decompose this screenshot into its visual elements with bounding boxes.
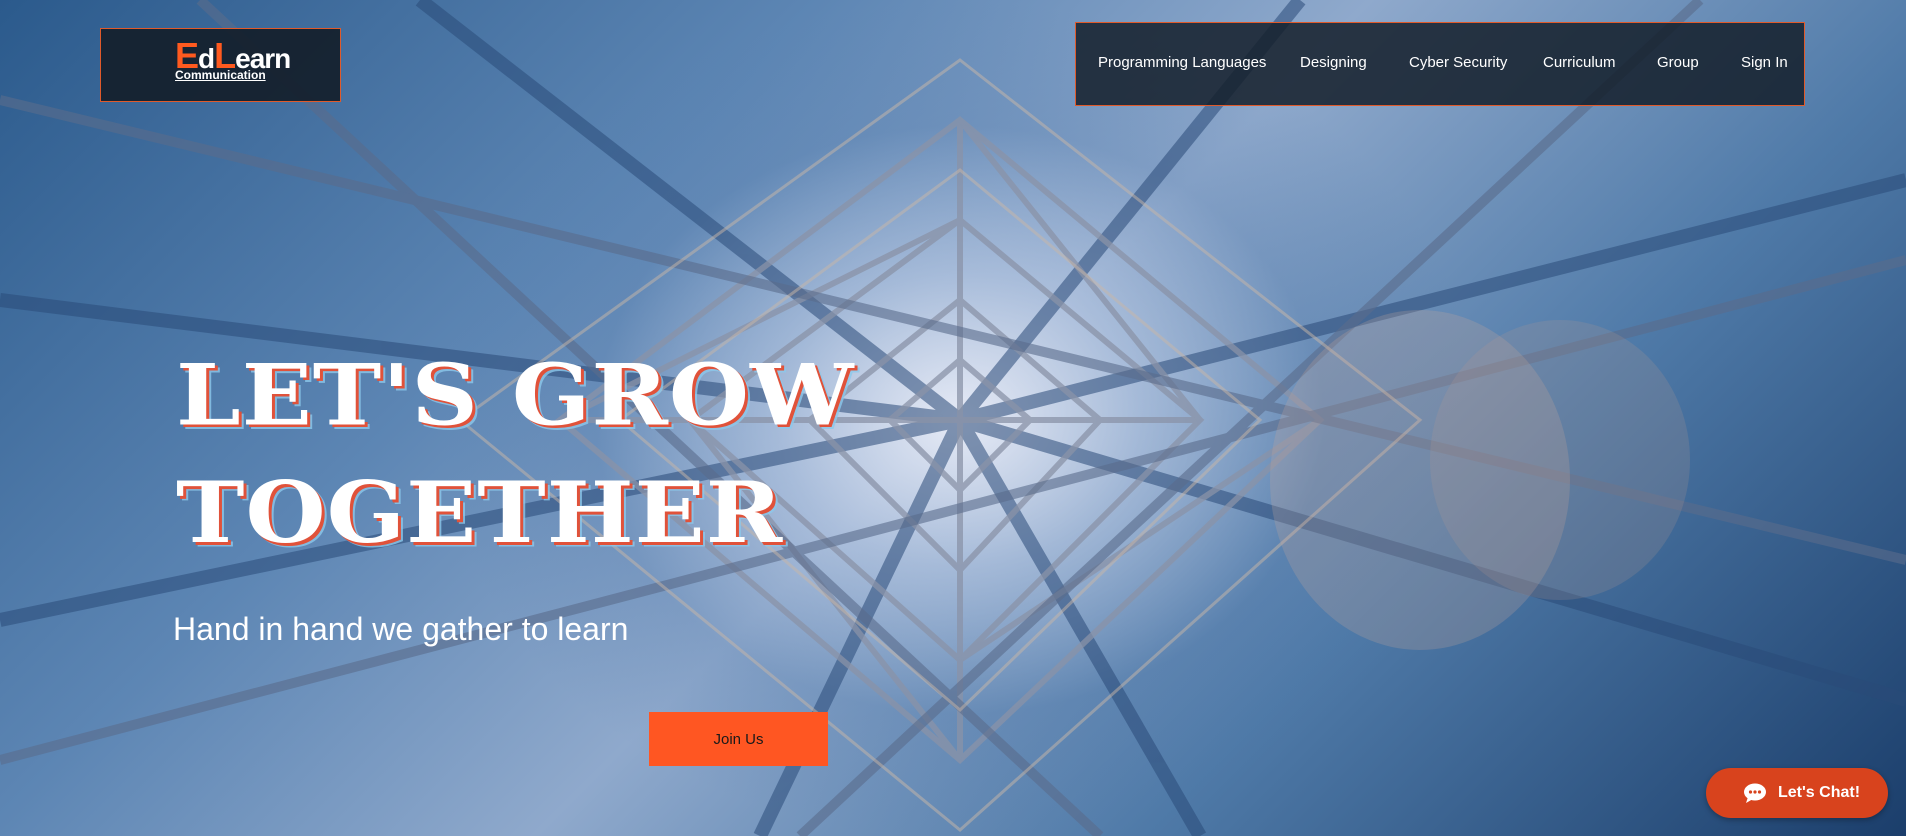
nav-item-curriculum[interactable]: Curriculum: [1543, 54, 1616, 71]
headline-line-1: LET'S GROW: [176, 345, 855, 445]
logo[interactable]: EdLearn Communication: [100, 28, 341, 102]
main-nav: Programming Languages Designing Cyber Se…: [1075, 22, 1805, 106]
hero-subtitle: Hand in hand we gather to learn: [173, 611, 629, 647]
logo-subtitle: Communication: [175, 68, 266, 82]
join-us-button[interactable]: Join Us: [649, 712, 828, 766]
lets-chat-button[interactable]: Let's Chat!: [1706, 768, 1888, 818]
chat-label: Let's Chat!: [1778, 784, 1861, 801]
nav-item-cyber-security[interactable]: Cyber Security: [1409, 54, 1507, 71]
nav-item-group[interactable]: Group: [1657, 54, 1699, 71]
chat-bubble-icon: [1744, 783, 1766, 803]
nav-item-designing[interactable]: Designing: [1300, 54, 1367, 71]
hero-headline: LET'S GROW TOGETHER: [176, 336, 854, 572]
headline-line-2: TOGETHER: [176, 462, 784, 563]
nav-item-programming-languages[interactable]: Programming Languages: [1098, 54, 1266, 71]
nav-item-sign-in[interactable]: Sign In: [1741, 54, 1788, 71]
